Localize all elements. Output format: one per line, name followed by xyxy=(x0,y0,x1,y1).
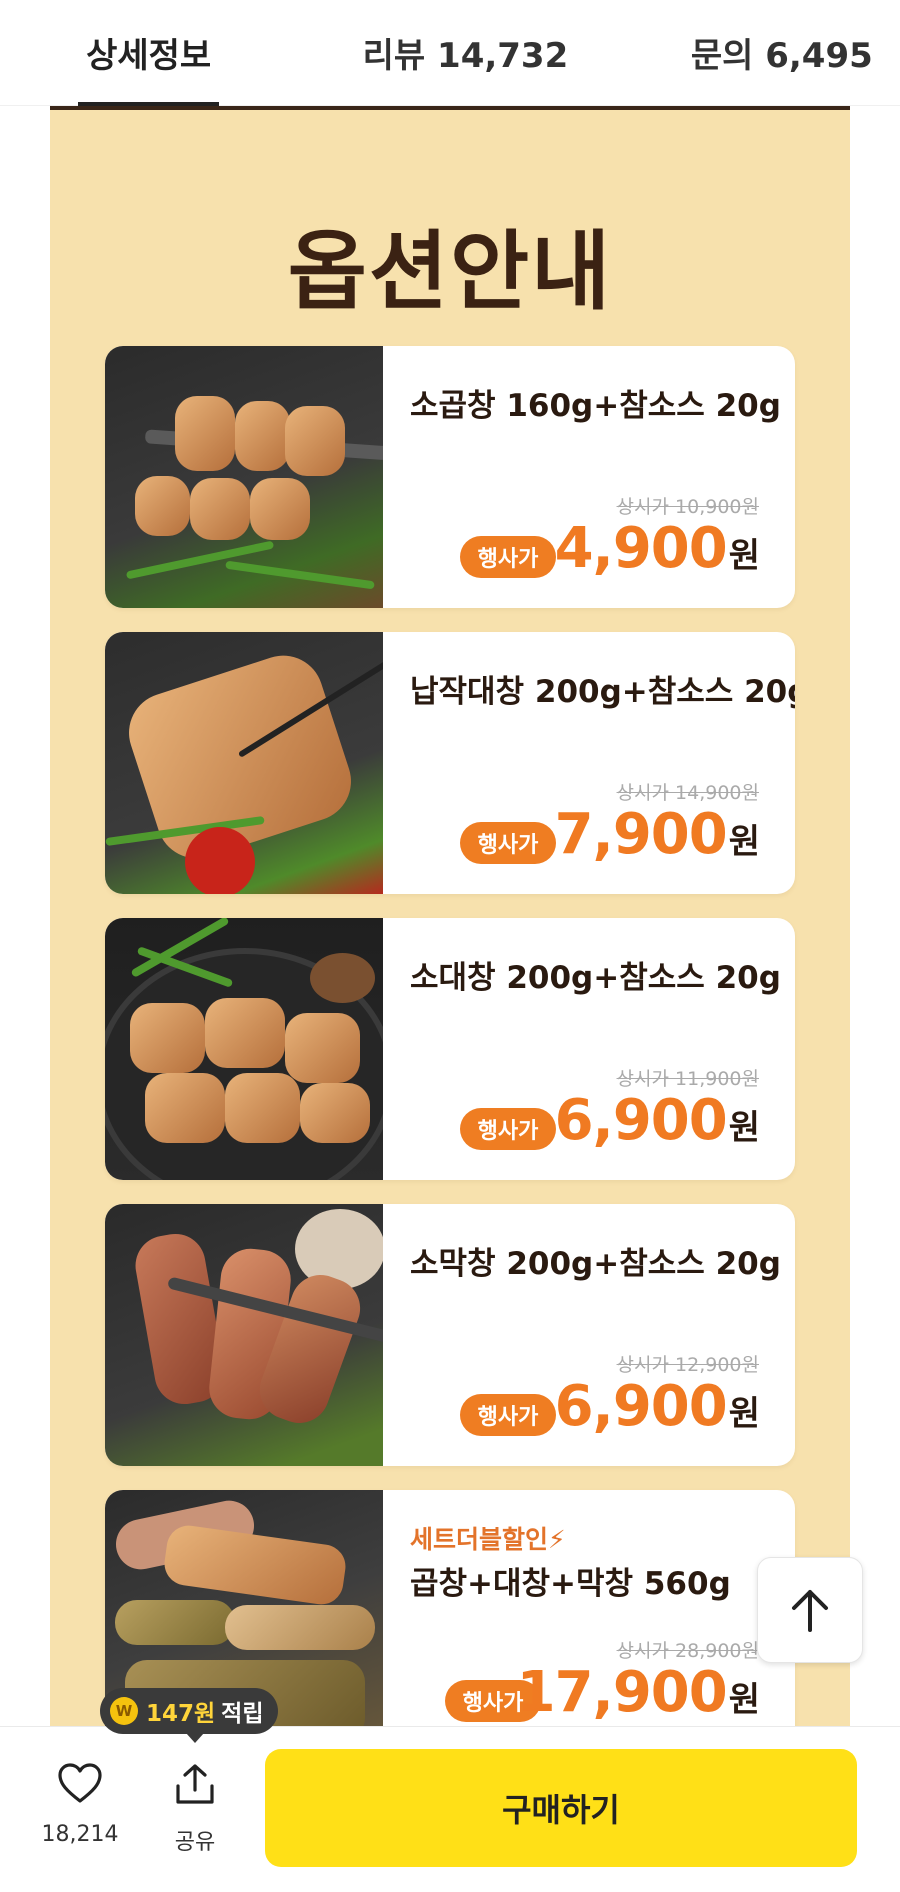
sale-price: 17,900원 xyxy=(516,1660,760,1725)
option-guide-heading: 옵션안내 xyxy=(287,222,613,322)
option-card: 납작대창 200g+참소스 20g 상시가 14,900원 행사가 7,900원 xyxy=(105,632,795,894)
sale-badge: 행사가 xyxy=(460,1394,556,1436)
detail-tabs: 상세정보 리뷰 14,732 문의 6,495 xyxy=(0,0,900,106)
sale-badge: 행사가 xyxy=(460,1108,556,1150)
option-name: 곱창+대창+막창 560g xyxy=(410,1566,731,1602)
original-price: 상시가 11,900원 xyxy=(616,1068,759,1090)
original-price: 상시가 14,900원 xyxy=(616,782,759,804)
sale-price: 6,900원 xyxy=(554,1088,760,1153)
option-name: 소곱창 160g+참소스 20g xyxy=(410,388,781,424)
favorite-button[interactable]: 18,214 xyxy=(30,1762,130,1847)
product-image xyxy=(105,632,383,894)
bottom-action-bar: 18,214 공유 구매하기 xyxy=(0,1726,900,1892)
option-name: 소대창 200g+참소스 20g xyxy=(410,960,781,996)
sale-price: 4,900원 xyxy=(554,516,760,581)
points-tooltip: W 147원 적립 xyxy=(100,1688,278,1743)
option-name: 소막창 200g+참소스 20g xyxy=(410,1246,781,1282)
option-card: 소대창 200g+참소스 20g 상시가 11,900원 행사가 6,900원 xyxy=(105,918,795,1180)
original-price: 상시가 28,900원 xyxy=(616,1640,759,1662)
option-name: 납작대창 200g+참소스 20g xyxy=(410,674,795,710)
share-label: 공유 xyxy=(174,1830,216,1855)
sale-price: 7,900원 xyxy=(554,802,760,867)
original-price: 상시가 10,900원 xyxy=(616,496,759,518)
share-icon xyxy=(176,1764,214,1804)
coin-icon: W xyxy=(110,1697,138,1725)
buy-button[interactable]: 구매하기 xyxy=(265,1749,857,1867)
sale-price: 6,900원 xyxy=(554,1374,760,1439)
heart-icon xyxy=(58,1763,102,1803)
tab-inquiries[interactable]: 문의 6,495 xyxy=(664,0,900,106)
sale-badge: 행사가 xyxy=(460,536,556,578)
tab-details[interactable]: 상세정보 xyxy=(60,0,237,106)
product-image xyxy=(105,346,383,608)
favorite-count: 18,214 xyxy=(41,1822,119,1847)
scroll-to-top-button[interactable] xyxy=(757,1557,863,1663)
option-guide-panel: 옵션안내 소곱창 160g+참소스 20g 상시가 10,900원 행사가 4,… xyxy=(50,106,850,1726)
original-price: 상시가 12,900원 xyxy=(616,1354,759,1376)
arrow-up-icon xyxy=(792,1590,828,1632)
divider xyxy=(50,106,850,110)
product-image xyxy=(105,1204,383,1466)
share-button[interactable]: 공유 xyxy=(150,1762,240,1856)
option-card: 소막창 200g+참소스 20g 상시가 12,900원 행사가 6,900원 xyxy=(105,1204,795,1466)
product-image xyxy=(105,918,383,1180)
tab-reviews[interactable]: 리뷰 14,732 xyxy=(347,0,583,106)
points-amount: 147원 xyxy=(146,1701,216,1727)
points-label: 적립 xyxy=(221,1701,264,1727)
option-card: 소곱창 160g+참소스 20g 상시가 10,900원 행사가 4,900원 xyxy=(105,346,795,608)
set-discount-label: 세트더블할인⚡ xyxy=(410,1525,566,1554)
sale-badge: 행사가 xyxy=(460,822,556,864)
